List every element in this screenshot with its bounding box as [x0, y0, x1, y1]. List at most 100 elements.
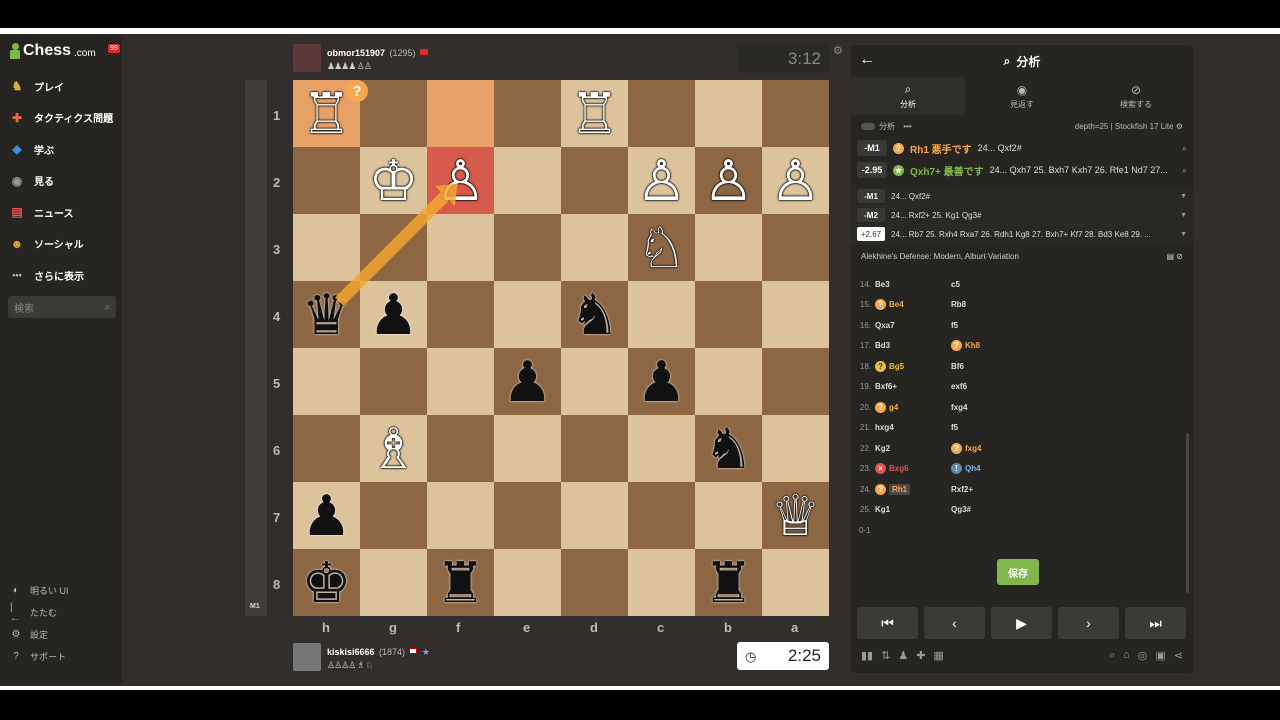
explorer-icon[interactable]: ◎	[1138, 649, 1148, 662]
white-pawn-piece[interactable]: ♙	[636, 152, 686, 209]
add-icon[interactable]: ✚	[916, 649, 925, 662]
square-d6[interactable]	[561, 415, 628, 482]
square-f4[interactable]	[427, 281, 494, 348]
square-h5[interactable]	[293, 348, 360, 415]
white-move[interactable]: Kg1	[875, 505, 890, 514]
black-move[interactable]: c5	[951, 280, 960, 289]
black-move[interactable]: Rxf2+	[951, 485, 973, 494]
sidebar-item-more[interactable]: ••• さらに表示	[8, 265, 84, 285]
square-a8[interactable]	[762, 549, 829, 616]
square-g8[interactable]	[360, 549, 427, 616]
square-b5[interactable]	[695, 348, 762, 415]
black-knight-piece[interactable]: ♞	[569, 286, 619, 343]
square-b1[interactable]	[695, 80, 762, 147]
black-move[interactable]: fxg4	[951, 403, 967, 412]
last-move-button[interactable]: ⏭	[1125, 607, 1186, 639]
square-h6[interactable]	[293, 415, 360, 482]
square-c4[interactable]	[628, 281, 695, 348]
black-queen-piece[interactable]: ♛	[301, 286, 351, 343]
black-move[interactable]: fxg4	[965, 444, 981, 453]
square-c2[interactable]: ♙	[628, 147, 695, 214]
piece-icon[interactable]: ♟	[898, 649, 908, 662]
square-h3[interactable]	[293, 214, 360, 281]
white-move[interactable]: Rh1	[889, 483, 911, 495]
tab-explore[interactable]: ⊘ 検索する	[1079, 77, 1193, 115]
black-move[interactable]: Rb8	[951, 300, 966, 309]
square-f7[interactable]	[427, 482, 494, 549]
library-icon[interactable]: ⌂	[1123, 649, 1130, 662]
square-b3[interactable]	[695, 214, 762, 281]
more-options-icon[interactable]: •••	[903, 122, 911, 131]
sidebar-bottom-collapse[interactable]: |← たたむ	[10, 602, 57, 624]
square-b2[interactable]: ♙	[695, 147, 762, 214]
square-g2[interactable]: ♔	[360, 147, 427, 214]
black-move[interactable]: Kh8	[965, 341, 980, 350]
zoom-icon[interactable]: ⌕	[1182, 143, 1187, 154]
square-e2[interactable]	[494, 147, 561, 214]
square-d3[interactable]	[561, 214, 628, 281]
sidebar-item-puzzle[interactable]: ✚ タクティクス問題	[8, 108, 113, 128]
avatar[interactable]	[293, 642, 321, 671]
square-h8[interactable]: ♚	[293, 549, 360, 616]
chess-board[interactable]: ♖? ♖ ♔ ♙ ♙ ♙ ♙ ♘ ♛ ♟ ♞ ♟ ♟ ♗ ♞ ♟ ♕ ♚ ♜ ♜	[293, 80, 829, 616]
first-move-button[interactable]: ⏮	[857, 607, 918, 639]
eval-row[interactable]: -M1? Rh1 悪手です 24... Qxf2# ⌕	[851, 137, 1193, 159]
tab-review[interactable]: ◉ 見返す	[965, 77, 1079, 115]
square-b4[interactable]	[695, 281, 762, 348]
sidebar-bottom-settings[interactable]: ⚙ 設定	[10, 628, 49, 641]
square-c1[interactable]	[628, 80, 695, 147]
white-move[interactable]: hxg4	[875, 423, 894, 432]
zoom-icon[interactable]: ⌕	[1182, 165, 1187, 176]
flip-board-icon[interactable]: ⇅	[881, 649, 890, 662]
engine-settings-icon[interactable]: ⚙	[1176, 122, 1183, 131]
save-button[interactable]: 保存	[997, 559, 1039, 585]
square-f2[interactable]: ♙	[427, 147, 494, 214]
play-button[interactable]: ▶	[991, 607, 1052, 639]
square-b6[interactable]: ♞	[695, 415, 762, 482]
square-d8[interactable]	[561, 549, 628, 616]
share-icon[interactable]: ⋖	[1174, 649, 1183, 662]
square-h4[interactable]: ♛	[293, 281, 360, 348]
square-d4[interactable]: ♞	[561, 281, 628, 348]
square-b7[interactable]	[695, 482, 762, 549]
square-g7[interactable]	[360, 482, 427, 549]
black-pawn-piece[interactable]: ♟	[636, 353, 686, 410]
white-bishop-piece[interactable]: ♗	[368, 420, 418, 477]
square-e4[interactable]	[494, 281, 561, 348]
tab-analysis[interactable]: ⌕ 分析	[851, 77, 965, 115]
gear-icon[interactable]: ⚙	[833, 44, 843, 57]
prev-move-button[interactable]: ‹	[924, 607, 985, 639]
square-a5[interactable]	[762, 348, 829, 415]
white-move[interactable]: Bxg6	[889, 464, 909, 473]
notification-badge[interactable]: 99	[108, 44, 120, 53]
square-f3[interactable]	[427, 214, 494, 281]
moves-scrollbar[interactable]	[1186, 433, 1189, 593]
square-b8[interactable]: ♜	[695, 549, 762, 616]
square-g4[interactable]: ♟	[360, 281, 427, 348]
square-g6[interactable]: ♗	[360, 415, 427, 482]
square-h7[interactable]: ♟	[293, 482, 360, 549]
black-pawn-piece[interactable]: ♟	[301, 487, 351, 544]
square-e8[interactable]	[494, 549, 561, 616]
square-c7[interactable]	[628, 482, 695, 549]
chevron-down-icon[interactable]: ▼	[1180, 231, 1187, 238]
white-queen-piece[interactable]: ♕	[770, 487, 820, 544]
white-move[interactable]: Be4	[889, 300, 904, 309]
black-move[interactable]: f5	[951, 423, 958, 432]
white-move[interactable]: Qxa7	[875, 321, 895, 330]
square-f8[interactable]: ♜	[427, 549, 494, 616]
chevron-down-icon[interactable]: ▼	[1180, 212, 1187, 219]
board-setup-icon[interactable]: ▦	[933, 649, 943, 662]
chess-logo[interactable]: Chess .com	[10, 42, 96, 60]
black-king-piece[interactable]: ♚	[301, 554, 351, 611]
avatar[interactable]	[293, 43, 321, 72]
white-move[interactable]: Bg5	[889, 362, 904, 371]
sidebar-item-news[interactable]: ▤ ニュース	[8, 202, 73, 222]
book-icon[interactable]: ▤ ⊘	[1167, 252, 1183, 261]
video-icon[interactable]: ▣	[1155, 649, 1165, 662]
square-g5[interactable]	[360, 348, 427, 415]
sidebar-item-learn[interactable]: ◆ 学ぶ	[8, 139, 54, 159]
square-a4[interactable]	[762, 281, 829, 348]
back-arrow-icon[interactable]: ←	[859, 51, 875, 69]
black-move[interactable]: exf6	[951, 382, 967, 391]
